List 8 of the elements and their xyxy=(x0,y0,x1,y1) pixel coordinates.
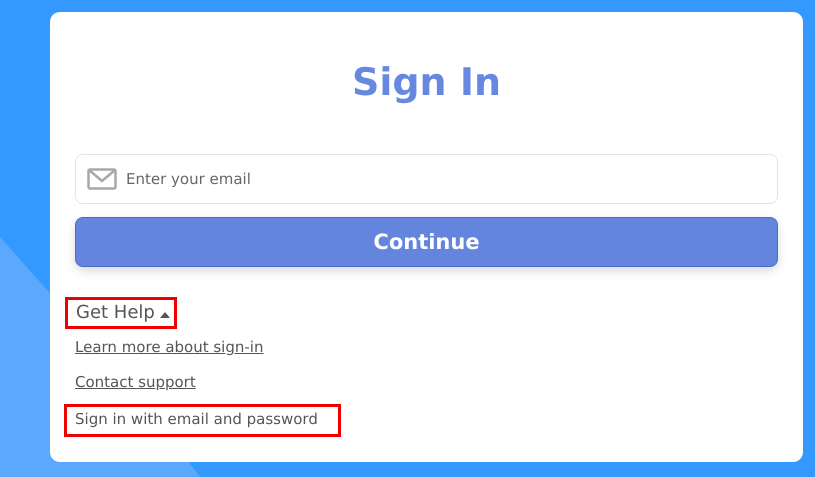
continue-button[interactable]: Continue xyxy=(75,217,778,267)
get-help-toggle[interactable]: Get Help xyxy=(65,297,177,329)
caret-icon xyxy=(160,312,170,318)
email-field[interactable]: Enter your email xyxy=(75,154,778,204)
sign-in-option-link[interactable]: Sign in with email and password xyxy=(64,404,341,437)
help-link[interactable]: Contact support xyxy=(75,373,196,391)
help-link[interactable]: Learn more about sign-in xyxy=(75,338,264,356)
page-title: Sign In xyxy=(350,60,502,106)
